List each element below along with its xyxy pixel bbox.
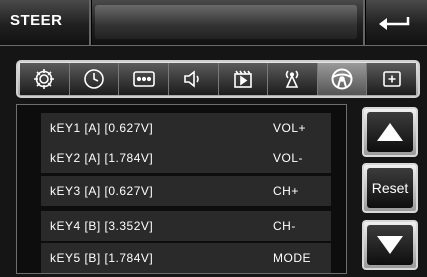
scroll-down-button[interactable] (362, 220, 418, 270)
key-function: VOL- (273, 151, 304, 165)
video-icon (234, 70, 252, 88)
key-list: kEY1 [A] [0.627V] VOL+ kEY2 [A] [1.784V]… (16, 104, 347, 274)
gear-icon (34, 69, 55, 89)
back-button[interactable] (371, 6, 421, 40)
tab-steering[interactable] (317, 63, 368, 95)
page-title: STEER (10, 12, 63, 29)
key-row[interactable]: kEY2 [A] [1.784V] VOL- (41, 143, 331, 173)
header-center-panel (95, 5, 357, 39)
key-label: kEY2 [A] [1.784V] (50, 151, 154, 165)
down-arrow-icon (377, 236, 403, 254)
key-label: kEY5 [B] [1.784V] (50, 251, 154, 265)
header-divider (89, 0, 91, 45)
header-bar: STEER (0, 0, 427, 46)
reset-button[interactable]: Reset (362, 163, 418, 213)
scroll-down-face (367, 225, 413, 265)
key-function: MODE (273, 251, 311, 265)
key-row[interactable]: kEY5 [B] [1.784V] MODE (41, 243, 331, 273)
tab-keypad[interactable] (119, 63, 169, 95)
speaker-icon (184, 70, 199, 88)
tab-radio[interactable] (268, 63, 318, 95)
tab-settings[interactable] (20, 63, 70, 95)
reset-label: Reset (371, 180, 409, 196)
steering-wheel-icon (331, 68, 353, 90)
key-function: CH+ (273, 184, 299, 198)
scroll-up-face (367, 112, 413, 152)
add-icon (382, 71, 401, 87)
reset-face: Reset (367, 168, 413, 208)
tab-bar (16, 60, 420, 98)
key-function: CH- (273, 219, 296, 233)
tab-audio[interactable] (168, 63, 219, 95)
header-divider (363, 0, 365, 45)
antenna-icon (286, 70, 299, 88)
tab-add[interactable] (367, 63, 416, 95)
return-arrow-icon (379, 17, 410, 30)
key-row[interactable]: kEY1 [A] [0.627V] VOL+ (41, 113, 331, 143)
key-label: kEY3 [A] [0.627V] (50, 184, 154, 198)
key-label: kEY1 [A] [0.627V] (50, 121, 154, 135)
tab-clock[interactable] (69, 63, 120, 95)
clock-icon (84, 69, 104, 89)
up-arrow-icon (377, 123, 403, 141)
keypad-icon (132, 71, 155, 87)
key-row[interactable]: kEY3 [A] [0.627V] CH+ (41, 176, 331, 206)
tab-video[interactable] (218, 63, 269, 95)
key-row[interactable]: kEY4 [B] [3.352V] CH- (41, 211, 331, 241)
key-function: VOL+ (273, 121, 307, 135)
key-label: kEY4 [B] [3.352V] (50, 219, 154, 233)
scroll-up-button[interactable] (362, 107, 418, 157)
